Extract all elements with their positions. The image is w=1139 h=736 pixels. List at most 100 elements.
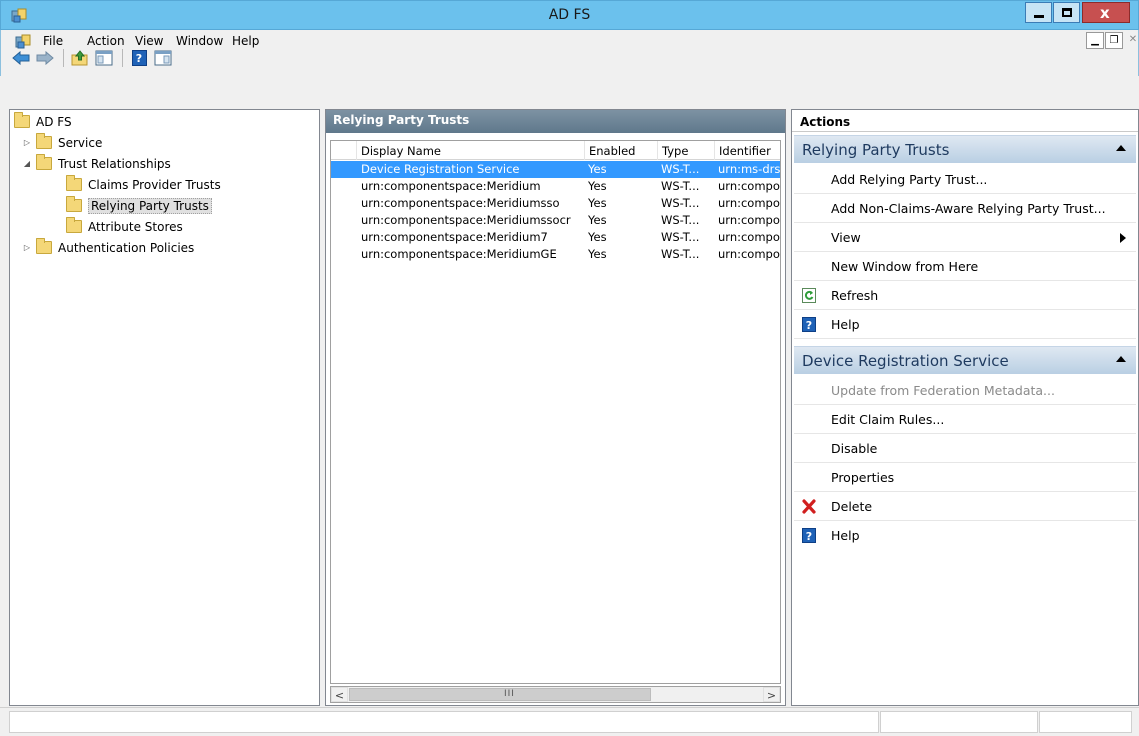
cell-identifier: urn:compo <box>718 247 780 261</box>
expand-icon[interactable]: ▷ <box>22 138 32 147</box>
collapse-icon[interactable]: ◢ <box>22 159 32 168</box>
tree-item-attribute-stores[interactable]: Attribute Stores <box>66 217 183 236</box>
menu-help[interactable]: Help <box>232 34 259 48</box>
column-header-icon[interactable] <box>331 141 355 160</box>
tree-item-authentication-policies[interactable]: ▷ Authentication Policies <box>22 238 194 257</box>
tree-item-relying-party-trusts[interactable]: Relying Party Trusts <box>66 196 212 215</box>
action-properties[interactable]: Properties <box>794 463 1136 492</box>
scrollbar-thumb[interactable]: III <box>349 688 651 701</box>
toolbar-separator <box>63 49 64 67</box>
column-header-display-name[interactable]: Display Name <box>356 141 583 160</box>
action-help[interactable]: ? Help <box>794 310 1136 339</box>
show-hide-console-tree-button[interactable] <box>93 48 115 68</box>
action-label: New Window from Here <box>831 259 979 274</box>
cell-display-name: urn:componentspace:Meridium7 <box>361 230 548 244</box>
table-row[interactable]: Device Registration Service Yes WS-T... … <box>331 161 780 178</box>
action-new-window-from-here[interactable]: New Window from Here <box>794 252 1136 281</box>
folder-icon <box>36 133 52 149</box>
collapse-caret-icon[interactable] <box>1116 356 1126 362</box>
menu-view[interactable]: View <box>135 34 163 48</box>
action-pane-icon <box>154 50 172 66</box>
action-label: Update from Federation Metadata... <box>831 383 1055 398</box>
back-button[interactable] <box>10 48 32 68</box>
close-button[interactable]: x <box>1082 2 1130 23</box>
table-row[interactable]: urn:componentspace:MeridiumGE Yes WS-T..… <box>331 246 780 263</box>
actions-section-device-registration-service[interactable]: Device Registration Service <box>794 346 1136 374</box>
back-arrow-icon <box>12 51 30 65</box>
table-row[interactable]: urn:componentspace:Meridiumssocr Yes WS-… <box>331 212 780 229</box>
cell-display-name: urn:componentspace:Meridiumsso <box>361 196 560 210</box>
mdi-close-button[interactable]: ✕ <box>1124 32 1139 49</box>
menu-action[interactable]: Action <box>87 34 125 48</box>
action-label: Disable <box>831 441 878 456</box>
column-header-identifier[interactable]: Identifier <box>714 141 780 160</box>
cell-display-name: Device Registration Service <box>361 162 520 176</box>
window-title: AD FS <box>548 7 591 23</box>
tree-item-service[interactable]: ▷ Service <box>22 133 102 152</box>
up-one-level-button[interactable] <box>69 48 91 68</box>
folder-icon <box>66 196 82 212</box>
show-hide-action-pane-button[interactable] <box>152 48 174 68</box>
refresh-icon <box>802 288 816 303</box>
maximize-button[interactable] <box>1053 2 1080 23</box>
action-help[interactable]: ? Help <box>794 521 1136 550</box>
action-label: Properties <box>831 470 895 485</box>
column-header-type[interactable]: Type <box>657 141 713 160</box>
tree-item-ad-fs[interactable]: AD FS <box>14 112 72 131</box>
action-add-non-claims-aware-trust[interactable]: Add Non-Claims-Aware Relying Party Trust… <box>794 194 1136 223</box>
console-tree-icon <box>95 50 113 66</box>
forward-button[interactable] <box>34 48 56 68</box>
collapse-caret-icon[interactable] <box>1116 145 1126 151</box>
cell-enabled: Yes <box>588 247 607 261</box>
mdi-minimize-button[interactable]: ▁ <box>1086 32 1104 49</box>
action-label: Add Non-Claims-Aware Relying Party Trust… <box>831 201 1106 216</box>
expand-icon[interactable]: ▷ <box>22 243 32 252</box>
close-icon: x <box>1100 4 1110 22</box>
tree-item-label: Claims Provider Trusts <box>88 177 221 192</box>
cell-display-name: urn:componentspace:Meridium <box>361 179 541 193</box>
action-disable[interactable]: Disable <box>794 434 1136 463</box>
menu-file[interactable]: File <box>43 34 63 48</box>
table-row[interactable]: urn:componentspace:Meridium Yes WS-T... … <box>331 178 780 195</box>
column-header-enabled[interactable]: Enabled <box>584 141 656 160</box>
scroll-left-button[interactable]: < <box>331 687 348 702</box>
menu-window[interactable]: Window <box>176 34 223 48</box>
mdi-restore-button[interactable]: ❐ <box>1105 32 1123 49</box>
cell-enabled: Yes <box>588 230 607 244</box>
action-delete[interactable]: Delete <box>794 492 1136 521</box>
action-add-relying-party-trust[interactable]: Add Relying Party Trust... <box>794 165 1136 194</box>
submenu-arrow-icon <box>1120 233 1126 243</box>
tree-item-claims-provider-trusts[interactable]: Claims Provider Trusts <box>66 175 221 194</box>
table-row[interactable]: urn:componentspace:Meridium7 Yes WS-T...… <box>331 229 780 246</box>
maximize-icon <box>1062 8 1072 17</box>
scroll-right-button[interactable]: > <box>763 687 780 702</box>
tree-item-trust-relationships[interactable]: ◢ Trust Relationships <box>22 154 171 173</box>
minimize-button[interactable] <box>1025 2 1052 23</box>
cell-type: WS-T... <box>661 213 700 227</box>
folder-icon <box>36 238 52 254</box>
cell-type: WS-T... <box>661 179 700 193</box>
horizontal-scrollbar[interactable]: < III > <box>330 686 781 703</box>
mdi-window-controls: ▁ ❐ ✕ <box>1086 32 1139 49</box>
action-label: Edit Claim Rules... <box>831 412 945 427</box>
action-label: Help <box>831 528 860 543</box>
folder-icon <box>14 112 30 128</box>
tree-item-label: AD FS <box>36 114 72 129</box>
cell-type: WS-T... <box>661 196 700 210</box>
action-update-from-federation-metadata: Update from Federation Metadata... <box>794 376 1136 405</box>
actions-section-relying-party-trusts[interactable]: Relying Party Trusts <box>794 135 1136 163</box>
tree-item-label: Authentication Policies <box>58 240 195 255</box>
tree-item-label: Relying Party Trusts <box>88 197 212 214</box>
folder-icon <box>66 217 82 233</box>
cell-enabled: Yes <box>588 213 607 227</box>
help-toolbar-button[interactable]: ? <box>128 48 150 68</box>
status-bar-panel <box>1039 711 1132 733</box>
action-view[interactable]: View <box>794 223 1136 252</box>
cell-type: WS-T... <box>661 230 700 244</box>
cell-enabled: Yes <box>588 162 607 176</box>
table-row[interactable]: urn:componentspace:Meridiumsso Yes WS-T.… <box>331 195 780 212</box>
section-title: Device Registration Service <box>802 352 1009 370</box>
folder-icon <box>66 175 82 191</box>
action-refresh[interactable]: Refresh <box>794 281 1136 310</box>
action-edit-claim-rules[interactable]: Edit Claim Rules... <box>794 405 1136 434</box>
